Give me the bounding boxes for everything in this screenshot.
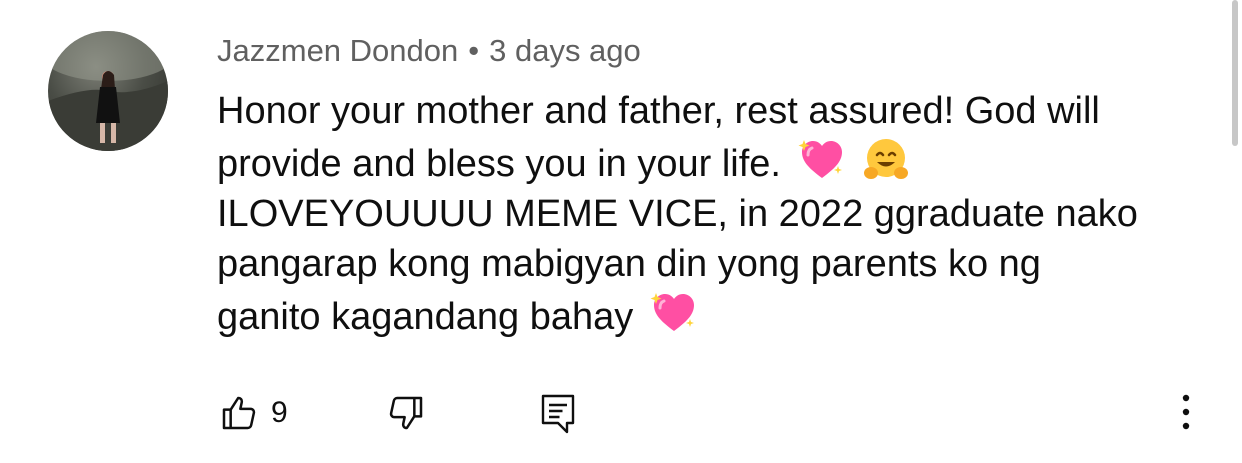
author-name[interactable]: Jazzmen Dondon: [217, 33, 458, 68]
scrollbar-thumb[interactable]: [1232, 0, 1238, 146]
more-options-button[interactable]: [1176, 390, 1196, 434]
sparkling-heart-icon: [798, 140, 842, 178]
comment-timestamp[interactable]: 3 days ago: [489, 33, 641, 68]
reply-button[interactable]: [540, 392, 576, 436]
sparkling-heart-icon: [650, 293, 694, 331]
hugging-face-icon: [864, 139, 909, 179]
comment-line: provide and bless you in your life.: [217, 143, 781, 185]
thumbs-down-icon: [389, 396, 423, 430]
more-vert-icon: [1182, 394, 1190, 430]
comment-actions: 9: [0, 388, 1242, 438]
like-count: 9: [271, 396, 288, 429]
comment-line: ILOVEYOUUUU MEME VICE, in 2022 ggraduate…: [217, 193, 1138, 235]
scrollbar[interactable]: [1228, 0, 1242, 150]
like-button[interactable]: 9: [219, 393, 288, 433]
avatar[interactable]: [48, 31, 168, 151]
comment-line: ganito kagandang bahay: [217, 296, 634, 338]
meta-separator: •: [468, 33, 480, 68]
avatar-photo: [48, 31, 168, 151]
thumbs-up-icon: [222, 396, 256, 430]
comment-meta: Jazzmen Dondon • 3 days ago: [217, 33, 641, 69]
comment-line-with-emoji: provide and bless you in your life.: [217, 136, 1207, 189]
comment-text: Honor your mother and father, rest assur…: [217, 86, 1207, 342]
dislike-button[interactable]: [386, 393, 426, 433]
reply-icon: [541, 394, 575, 434]
comment-line: pangarap kong mabigyan din yong parents …: [217, 243, 1041, 285]
comment-line-with-emoji: ganito kagandang bahay: [217, 289, 1207, 342]
comment-line: Honor your mother and father, rest assur…: [217, 90, 1100, 132]
